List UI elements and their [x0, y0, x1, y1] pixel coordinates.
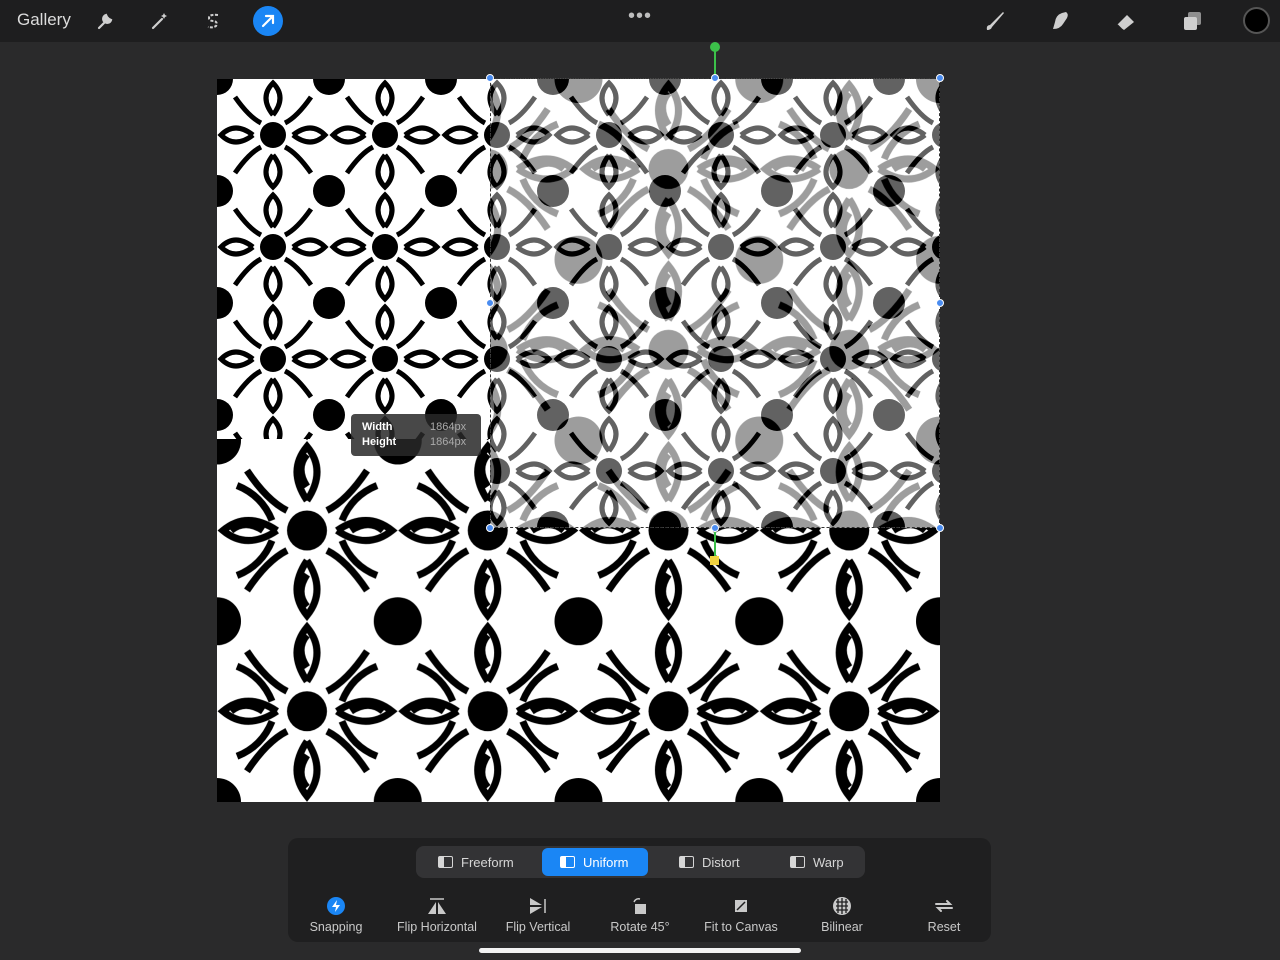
rotate-45-label: Rotate 45°	[610, 920, 670, 934]
reset-label: Reset	[927, 920, 961, 934]
color-picker-swatch[interactable]	[1243, 7, 1270, 34]
size-tooltip: Width 1864px Height 1864px	[351, 414, 481, 456]
smudge-icon[interactable]	[1047, 8, 1073, 34]
brush-icon[interactable]	[982, 8, 1008, 34]
layers-icon[interactable]	[1179, 8, 1205, 34]
reset-icon	[894, 894, 994, 918]
mode-label: Distort	[702, 854, 740, 870]
mode-warp[interactable]: Warp	[772, 848, 860, 876]
flip-vertical-icon	[488, 894, 588, 918]
pivot-handle[interactable]	[710, 556, 719, 565]
pivot-guide-line	[714, 528, 716, 558]
mode-uniform[interactable]: Uniform	[542, 848, 648, 876]
handle-top-left[interactable]	[486, 74, 494, 82]
snapping-button[interactable]: Snapping	[286, 894, 386, 934]
handle-middle-left[interactable]	[486, 299, 494, 307]
flip-vertical-label: Flip Vertical	[505, 920, 571, 934]
snapping-label: Snapping	[309, 920, 363, 934]
handle-middle-right[interactable]	[936, 299, 944, 307]
transform-arrow-icon[interactable]	[253, 6, 283, 36]
fit-to-canvas-button[interactable]: Fit to Canvas	[691, 894, 791, 934]
top-toolbar: Gallery •••	[0, 0, 1280, 42]
handle-bottom-right[interactable]	[936, 524, 944, 532]
wrench-icon[interactable]	[92, 8, 118, 34]
transform-bounding-box[interactable]	[490, 78, 940, 528]
handle-bottom-center[interactable]	[711, 524, 719, 532]
mode-distort[interactable]: Distort	[661, 848, 761, 876]
distort-icon	[679, 856, 694, 868]
home-indicator[interactable]	[479, 948, 801, 953]
snapping-icon	[286, 894, 386, 918]
rotation-handle[interactable]	[710, 42, 720, 52]
mode-label: Uniform	[583, 854, 629, 870]
rotate-45-button[interactable]: Rotate 45°	[590, 894, 690, 934]
reset-button[interactable]: Reset	[894, 894, 994, 934]
bilinear-label: Bilinear	[821, 920, 863, 934]
width-label: Width	[362, 421, 393, 433]
height-label: Height	[362, 436, 397, 448]
handle-top-right[interactable]	[936, 74, 944, 82]
bilinear-icon	[792, 894, 892, 918]
flip-horizontal-label: Flip Horizontal	[397, 920, 477, 934]
eraser-icon[interactable]	[1113, 8, 1139, 34]
magic-wand-icon[interactable]	[146, 8, 172, 34]
flip-vertical-button[interactable]: Flip Vertical	[488, 894, 588, 934]
fit-to-canvas-label: Fit to Canvas	[704, 920, 778, 934]
fit-canvas-icon	[691, 894, 791, 918]
uniform-icon	[560, 856, 575, 868]
flip-horizontal-icon	[387, 894, 487, 918]
handle-bottom-left[interactable]	[486, 524, 494, 532]
mode-label: Warp	[813, 854, 844, 870]
flip-horizontal-button[interactable]: Flip Horizontal	[387, 894, 487, 934]
handle-top-center[interactable]	[711, 74, 719, 82]
bilinear-button[interactable]: Bilinear	[792, 894, 892, 934]
freeform-icon	[438, 856, 453, 868]
mode-freeform[interactable]: Freeform	[420, 848, 532, 876]
selection-s-icon[interactable]	[200, 8, 226, 34]
width-value: 1864px	[430, 421, 467, 433]
rotate-icon	[590, 894, 690, 918]
gallery-button[interactable]: Gallery	[17, 10, 71, 30]
more-menu-button[interactable]: •••	[628, 5, 652, 28]
height-value: 1864px	[430, 436, 467, 448]
mode-label: Freeform	[461, 854, 514, 870]
warp-icon	[790, 856, 805, 868]
